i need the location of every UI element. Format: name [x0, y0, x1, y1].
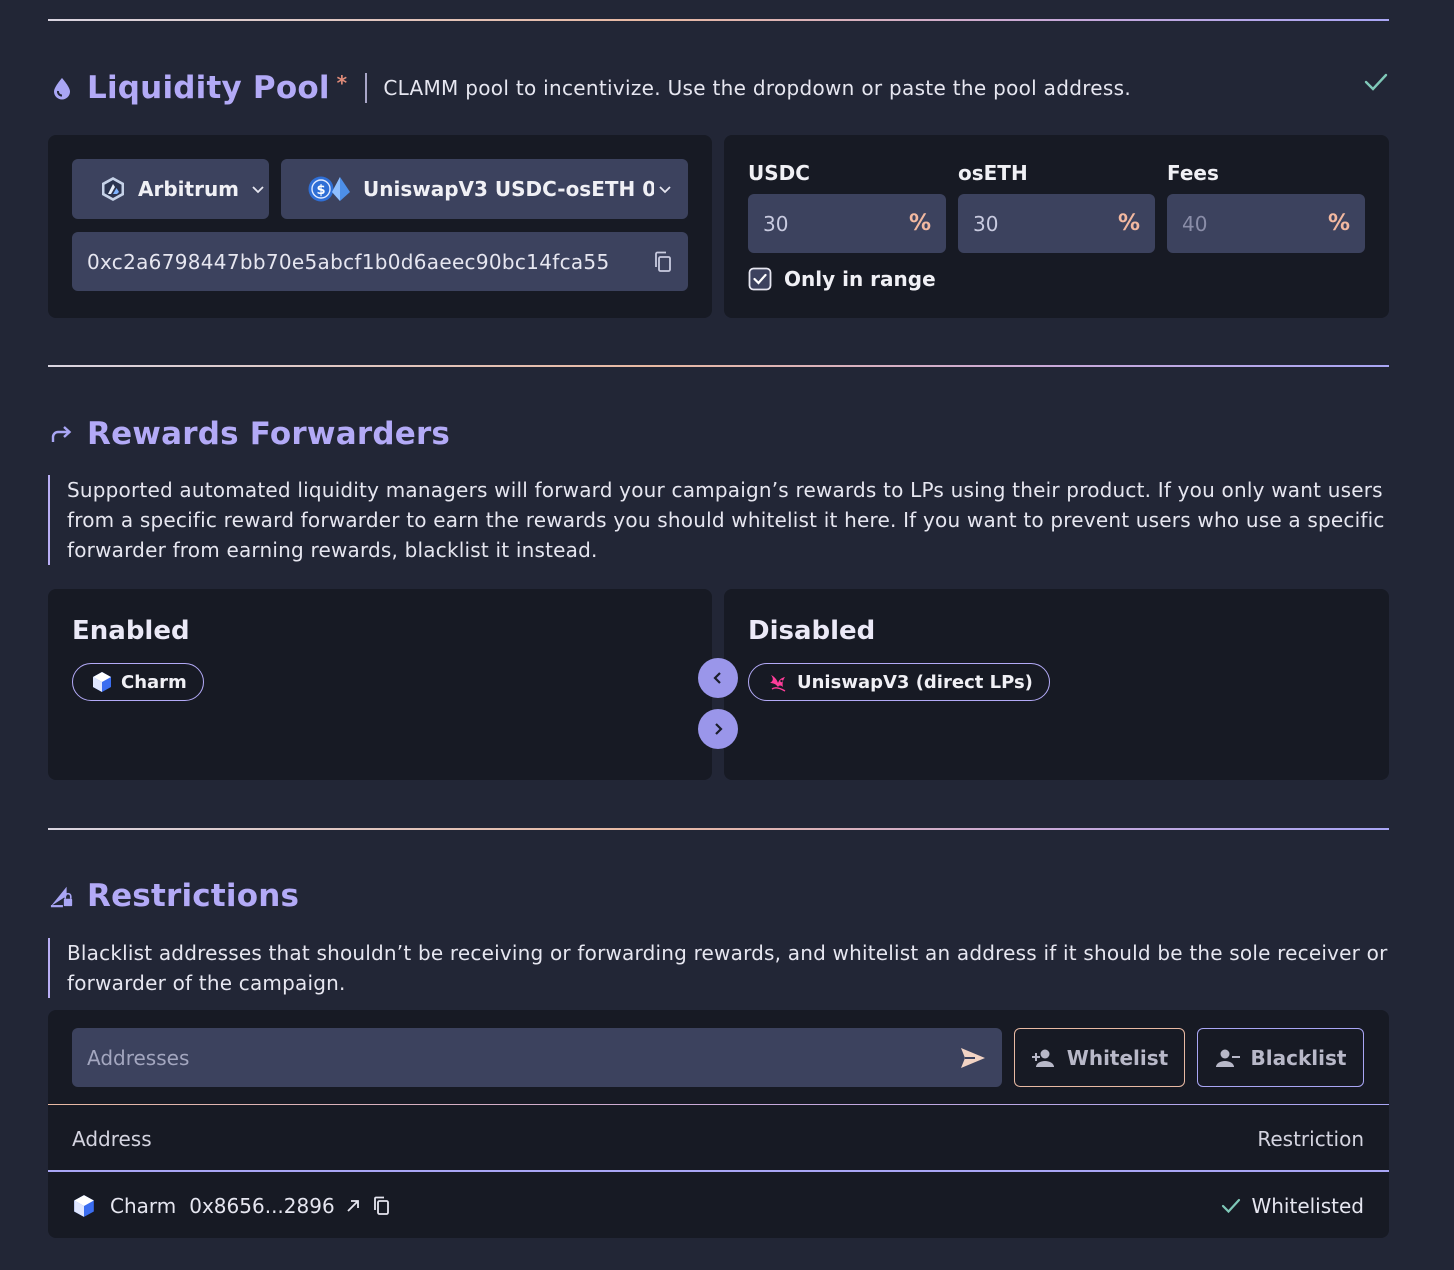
- remove-user-icon: [1215, 1048, 1241, 1068]
- liquidity-pool-title: Liquidity Pool: [87, 70, 330, 106]
- table-row: Charm 0x8656...2896 Whitelisted: [72, 1190, 1364, 1222]
- chevron-right-icon: [712, 722, 724, 736]
- blacklist-button-label: Blacklist: [1250, 1045, 1347, 1070]
- chevron-down-icon: [251, 184, 265, 194]
- droplet-icon: [50, 76, 74, 100]
- row-name: Charm: [110, 1194, 177, 1218]
- token0-weight-value: 30: [763, 211, 789, 236]
- chevron-left-icon: [712, 671, 724, 685]
- chain-selector-value: Arbitrum: [138, 177, 240, 201]
- addresses-placeholder: Addresses: [87, 1045, 190, 1070]
- only-in-range-toggle[interactable]: Only in range: [748, 267, 936, 291]
- rewards-forwarders-header: Rewards Forwarders: [50, 416, 450, 452]
- whitelist-button[interactable]: Whitelist: [1014, 1028, 1185, 1087]
- pool-selector-value: UniswapV3 USDC-osETH 0.05: [363, 177, 654, 201]
- token1-weight-input[interactable]: 30 %: [958, 194, 1155, 253]
- uniswap-logo-icon: [767, 671, 789, 693]
- row-address: 0x8656...2896: [189, 1194, 335, 1218]
- charm-logo-icon: [72, 1194, 96, 1218]
- only-in-range-label: Only in range: [784, 267, 936, 291]
- copy-icon[interactable]: [653, 251, 673, 273]
- table-header-top-border: [48, 1104, 1389, 1105]
- token1-weight-label: osETH: [958, 161, 1028, 185]
- fees-weight-label: Fees: [1167, 161, 1219, 185]
- required-marker: *: [336, 71, 348, 95]
- rewards-forwarders-description: Supported automated liquidity managers w…: [48, 475, 1389, 565]
- restrictions-description: Blacklist addresses that shouldn’t be re…: [48, 938, 1389, 998]
- restriction-lock-icon: [50, 884, 74, 908]
- chevron-down-icon: [658, 184, 672, 194]
- check-icon: [1221, 1198, 1241, 1214]
- fees-weight-input[interactable]: 40 %: [1167, 194, 1365, 253]
- checkbox-checked-icon[interactable]: [748, 267, 772, 291]
- external-link-icon[interactable]: [345, 1198, 361, 1214]
- percent-icon: %: [908, 211, 931, 236]
- percent-icon: %: [1117, 211, 1140, 236]
- section-divider: [48, 828, 1389, 830]
- arbitrum-logo-icon: [100, 176, 126, 202]
- copy-icon[interactable]: [373, 1196, 391, 1216]
- section-divider: [48, 365, 1389, 367]
- valid-check-icon: [1364, 72, 1388, 96]
- forwarder-chip-label: Charm: [121, 671, 187, 693]
- row-restriction-label: Whitelisted: [1251, 1194, 1364, 1218]
- fees-weight-placeholder: 40: [1182, 211, 1208, 236]
- forwarder-chip-label: UniswapV3 (direct LPs): [797, 671, 1033, 693]
- forwarder-chip-uniswapv3[interactable]: UniswapV3 (direct LPs): [748, 663, 1050, 701]
- pool-address-field[interactable]: 0xc2a6798447bb70e5abcf1b0d6aeec90bc14fca…: [72, 232, 688, 291]
- token0-weight-label: USDC: [748, 161, 810, 185]
- whitelist-button-label: Whitelist: [1066, 1045, 1169, 1070]
- move-right-button[interactable]: [698, 709, 738, 749]
- pool-address-value: 0xc2a6798447bb70e5abcf1b0d6aeec90bc14fca…: [87, 249, 610, 274]
- disabled-title: Disabled: [748, 616, 876, 646]
- forward-arrow-icon: [50, 422, 74, 446]
- table-header-restriction: Restriction: [1257, 1127, 1364, 1151]
- token1-weight-value: 30: [973, 211, 999, 236]
- forwarder-chip-charm[interactable]: Charm: [72, 663, 204, 701]
- liquidity-pool-description: CLAMM pool to incentivize. Use the dropd…: [383, 76, 1131, 100]
- token0-weight-input[interactable]: 30 %: [748, 194, 946, 253]
- move-left-button[interactable]: [698, 658, 738, 698]
- row-restriction-status: Whitelisted: [1221, 1194, 1364, 1218]
- svg-text:$: $: [316, 183, 325, 198]
- rewards-forwarders-title: Rewards Forwarders: [87, 416, 451, 452]
- restrictions-title: Restrictions: [87, 878, 300, 914]
- send-icon[interactable]: [959, 1046, 987, 1070]
- add-user-icon: [1031, 1048, 1057, 1068]
- pool-selector[interactable]: $ UniswapV3 USDC-osETH 0.05: [281, 159, 688, 219]
- restrictions-header: Restrictions: [50, 878, 299, 914]
- title-separator: [365, 73, 368, 103]
- addresses-input[interactable]: Addresses: [72, 1028, 1002, 1087]
- charm-logo-icon: [91, 671, 113, 693]
- liquidity-pool-header: Liquidity Pool * CLAMM pool to incentivi…: [50, 70, 1131, 106]
- chain-selector[interactable]: Arbitrum: [72, 159, 269, 219]
- usdc-oseth-pair-icon: $: [307, 174, 353, 204]
- table-header-bottom-border: [48, 1170, 1389, 1172]
- enabled-title: Enabled: [72, 616, 190, 646]
- percent-icon: %: [1327, 211, 1350, 236]
- top-divider: [48, 19, 1389, 21]
- blacklist-button[interactable]: Blacklist: [1197, 1028, 1364, 1087]
- table-header-address: Address: [72, 1127, 152, 1151]
